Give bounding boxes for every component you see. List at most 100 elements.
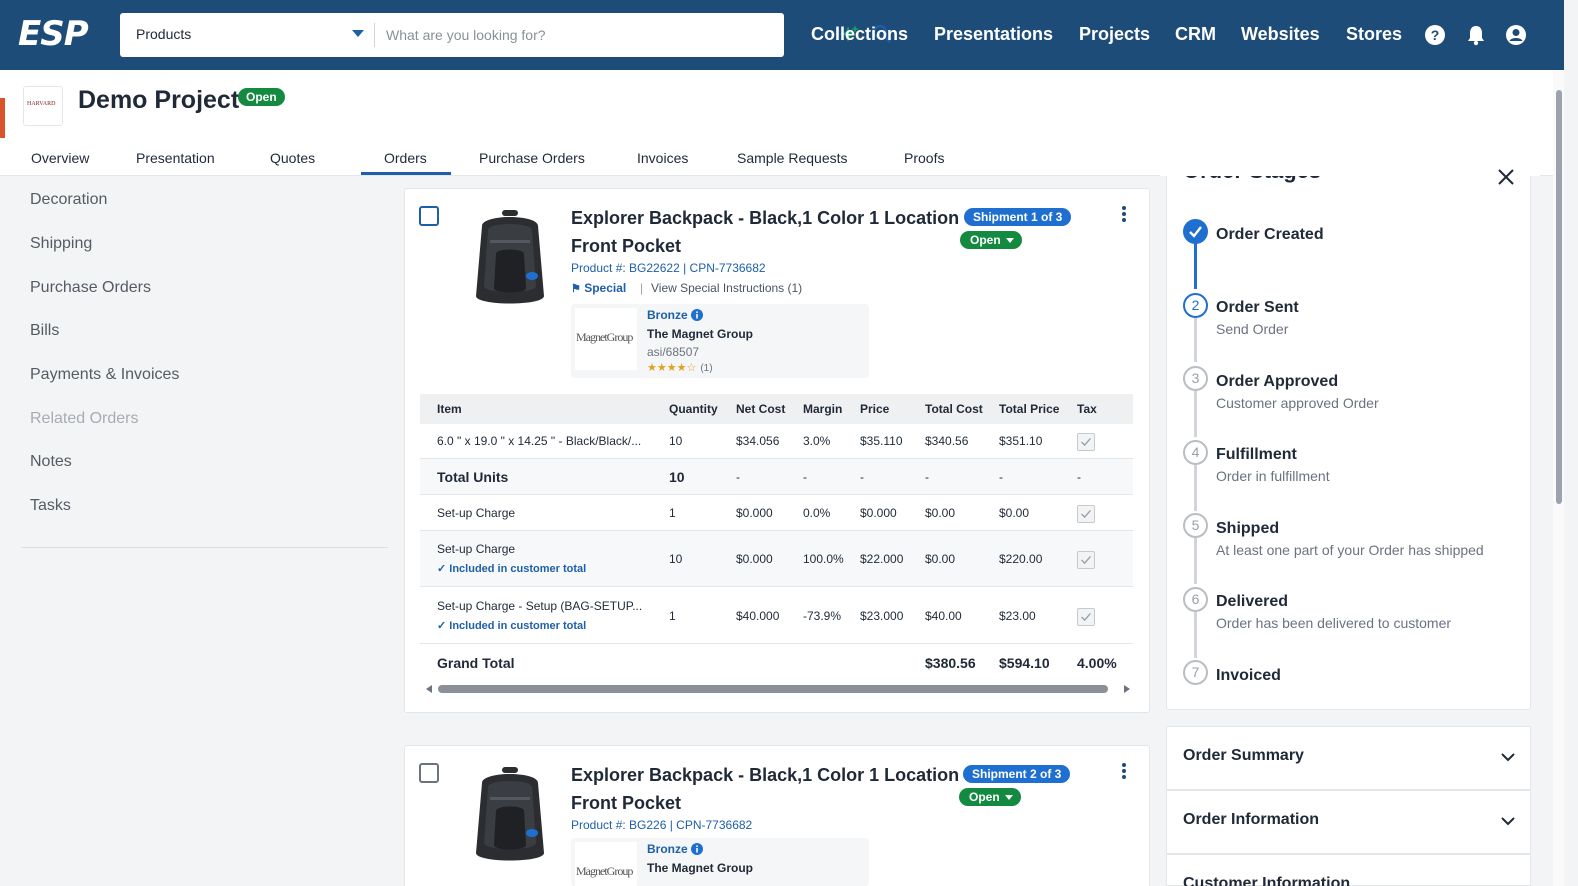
stage-invoiced: Invoiced xyxy=(1216,667,1281,684)
col-total-cost: Total Cost xyxy=(925,402,983,416)
tax-checkbox[interactable] xyxy=(1077,433,1095,451)
stage-connector xyxy=(1194,538,1197,584)
setup-charge-name[interactable]: Set-up Charge xyxy=(437,542,515,556)
info-icon[interactable] xyxy=(691,309,703,321)
stage-connector xyxy=(1194,612,1197,658)
tax-checkbox[interactable] xyxy=(1077,551,1095,569)
order-summary-label: Order Summary xyxy=(1183,747,1304,764)
stage-shipped-sub: At least one part of your Order has ship… xyxy=(1216,542,1484,558)
view-special-instructions-link[interactable]: View Special Instructions (1) xyxy=(651,281,802,295)
search-category-select[interactable]: Products xyxy=(136,26,191,42)
side-menu-tasks[interactable]: Tasks xyxy=(30,497,71,515)
info-icon[interactable] xyxy=(691,843,703,855)
tab-sample-requests[interactable]: Sample Requests xyxy=(737,150,848,166)
tab-orders[interactable]: Orders xyxy=(384,150,427,166)
close-icon[interactable] xyxy=(1497,168,1515,186)
product-title-line1[interactable]: Explorer Backpack - Black,1 Color 1 Loca… xyxy=(571,204,959,232)
item-description[interactable]: 6.0 " x 19.0 " x 14.25 " - Black/Black/.… xyxy=(437,434,641,448)
special-tag[interactable]: ⚑ Special xyxy=(571,281,626,295)
nav-crm[interactable]: CRM xyxy=(1175,24,1216,45)
setup-charge-margin: -73.9% xyxy=(803,609,842,623)
side-menu-notes[interactable]: Notes xyxy=(30,453,72,471)
setup-charge-quantity: 1 xyxy=(669,506,676,520)
tab-purchase-orders[interactable]: Purchase Orders xyxy=(479,150,585,166)
order-information-accordion[interactable]: Order Information xyxy=(1166,790,1531,854)
line-item-checkbox[interactable] xyxy=(419,763,439,783)
order-information-label: Order Information xyxy=(1183,811,1320,828)
user-account-icon[interactable] xyxy=(1505,24,1527,46)
supplier-name[interactable]: The Magnet Group xyxy=(647,861,753,875)
search-input[interactable] xyxy=(386,23,816,47)
line-item-checkbox[interactable] xyxy=(419,206,439,226)
stage-delivered-sub: Order has been delivered to customer xyxy=(1216,615,1452,631)
bell-icon[interactable] xyxy=(1465,24,1487,46)
item-price: $35.110 xyxy=(860,434,903,448)
setup-charge-name[interactable]: Set-up Charge xyxy=(437,506,515,520)
nav-websites[interactable]: Websites xyxy=(1241,24,1320,45)
more-options-icon[interactable] xyxy=(1121,762,1127,780)
tab-proofs[interactable]: Proofs xyxy=(904,150,944,166)
tax-checkbox[interactable] xyxy=(1077,608,1095,626)
tab-quotes[interactable]: Quotes xyxy=(270,150,315,166)
nav-presentations[interactable]: Presentations xyxy=(934,24,1053,45)
line-status-dropdown[interactable]: Open xyxy=(959,788,1021,806)
stage-fulfillment-sub: Order in fulfillment xyxy=(1216,468,1330,484)
side-menu-purchase-orders[interactable]: Purchase Orders xyxy=(30,279,151,297)
active-tab-indicator xyxy=(361,172,451,175)
table-horizontal-scrollbar[interactable] xyxy=(426,683,1130,695)
col-price: Price xyxy=(860,402,890,416)
chevron-down-icon[interactable] xyxy=(352,30,364,37)
line-status-dropdown[interactable]: Open xyxy=(960,231,1022,249)
setup-charge-price: $22.000 xyxy=(860,552,904,566)
side-menu-shipping[interactable]: Shipping xyxy=(30,235,92,253)
check-icon xyxy=(1081,613,1091,622)
customer-information-accordion[interactable]: Customer Information xyxy=(1166,854,1531,886)
nav-projects[interactable]: Projects xyxy=(1079,24,1150,45)
rating-count: (1) xyxy=(700,363,713,374)
total-units-total-price: - xyxy=(999,470,1003,484)
stage-connector xyxy=(1194,391,1197,437)
more-options-icon[interactable] xyxy=(1121,205,1127,223)
setup-charge-total-cost: $0.00 xyxy=(925,506,956,520)
col-item: Item xyxy=(437,402,462,416)
stage-number-badge: 7 xyxy=(1183,660,1208,685)
svg-text:?: ? xyxy=(1431,27,1440,43)
supplier-card[interactable]: MagnetGroup Bronze The Magnet Group xyxy=(571,838,869,886)
product-number: Product #: BG22622 | CPN-7736682 xyxy=(571,261,766,275)
item-quantity: 10 xyxy=(669,434,683,448)
setup-charge-name[interactable]: Set-up Charge - Setup (BAG-SETUP... xyxy=(437,599,642,613)
supplier-logo: MagnetGroup xyxy=(575,308,637,370)
top-navigation-bar: ESP Products Collections Presentations P… xyxy=(0,0,1564,70)
side-menu-bills[interactable]: Bills xyxy=(30,322,59,340)
side-menu-payments-invoices[interactable]: Payments & Invoices xyxy=(30,366,179,384)
grand-total-cost: $380.56 xyxy=(925,655,976,671)
tab-presentation[interactable]: Presentation xyxy=(136,150,215,166)
stage-connector xyxy=(1194,318,1197,362)
supplier-card[interactable]: MagnetGroup Bronze The Magnet Group asi/… xyxy=(571,304,869,378)
project-customer-logo: HARVARD xyxy=(23,86,63,126)
help-icon[interactable]: ? xyxy=(1424,24,1446,46)
stage-order-created: Order Created xyxy=(1216,226,1324,243)
side-menu-divider xyxy=(22,547,388,548)
product-title-line2[interactable]: Front Pocket xyxy=(571,232,681,260)
customer-information-label: Customer Information xyxy=(1183,875,1351,886)
stage-number-badge: 3 xyxy=(1183,366,1208,391)
stage-order-sent: Order Sent xyxy=(1216,299,1299,316)
supplier-name[interactable]: The Magnet Group xyxy=(647,327,753,341)
product-title-line2[interactable]: Front Pocket xyxy=(571,789,681,817)
row-divider xyxy=(420,586,1133,587)
caret-down-icon xyxy=(1005,238,1014,244)
side-menu-decoration[interactable]: Decoration xyxy=(30,191,107,209)
page-scrollbar-thumb[interactable] xyxy=(1556,90,1562,504)
setup-charge-quantity: 1 xyxy=(669,609,676,623)
product-title-line1[interactable]: Explorer Backpack - Black,1 Color 1 Loca… xyxy=(571,761,959,789)
nav-stores[interactable]: Stores xyxy=(1346,24,1402,45)
tab-invoices[interactable]: Invoices xyxy=(637,150,688,166)
stage-number-badge: 4 xyxy=(1183,440,1208,465)
esp-logo[interactable]: ESP xyxy=(18,14,89,54)
order-summary-accordion[interactable]: Order Summary xyxy=(1166,726,1531,790)
setup-charge-net-cost: $0.000 xyxy=(736,506,773,520)
nav-collections[interactable]: Collections xyxy=(811,24,908,45)
tax-checkbox[interactable] xyxy=(1077,505,1095,523)
tab-overview[interactable]: Overview xyxy=(31,150,89,166)
